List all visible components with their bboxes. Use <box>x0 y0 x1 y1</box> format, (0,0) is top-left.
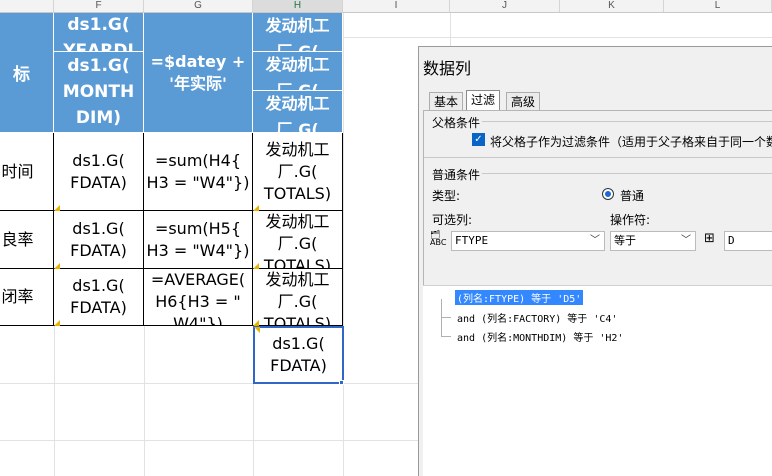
cell-h-r2[interactable]: 发动机工 厂.G( TOTALS) <box>253 211 343 269</box>
type-label: 类型: <box>432 189 461 203</box>
separator <box>482 121 772 122</box>
separator <box>482 173 772 174</box>
value-type-icon[interactable]: ⊞ <box>704 232 715 246</box>
parent-filter-label: 将父格子作为过滤条件（适用于父子格来自于同一个数据 <box>490 135 772 149</box>
column-header-f[interactable]: F <box>54 0 144 13</box>
chevron-down-icon[interactable]: ﹀ <box>677 232 695 250</box>
grid-line <box>343 13 344 476</box>
header-cell-g[interactable]: =$datey + '年实际' <box>144 13 253 133</box>
row-label-2[interactable]: 良率 <box>0 211 54 269</box>
column-header-l[interactable]: L <box>664 0 772 13</box>
cell-marker-icon <box>54 263 60 269</box>
cell-h-r1[interactable]: 发动机工 厂.G( TOTALS) <box>253 133 343 211</box>
cell-marker-icon <box>254 327 260 333</box>
value-input[interactable]: D <box>724 231 772 251</box>
cell-g-r2[interactable]: =sum(H5{ H3 = "W4"}) <box>144 211 253 269</box>
column-header-i[interactable]: I <box>343 0 450 13</box>
field-type-icon: 🗂 ABC <box>430 230 447 247</box>
cell-marker-icon <box>54 320 60 326</box>
operator-label: 操作符: <box>610 213 651 227</box>
general-condition-title: 普通条件 <box>432 168 481 182</box>
cell-marker-icon <box>253 263 259 269</box>
header-cell-f-top[interactable]: ds1.G( YEARDI <box>54 13 144 52</box>
parent-condition-title: 父格条件 <box>432 116 481 130</box>
condition-list[interactable]: (列名:FTYPE) 等于 'D5' and (列名:FACTORY) 等于 '… <box>423 285 772 476</box>
cell-g-r1[interactable]: =sum(H4{ H3 = "W4"}) <box>144 133 253 211</box>
value-input-text: D <box>728 234 735 247</box>
tab-basic[interactable]: 基本 <box>429 92 464 111</box>
cell-marker-icon <box>54 205 60 211</box>
data-column-dialog[interactable]: 数据列 基本 过滤 高级 父格条件 ✓ 将父格子作为过滤条件（适用于父子格来自于… <box>418 46 772 476</box>
header-cell-h-3[interactable]: 发动机工 厂.G( <box>253 91 343 133</box>
condition-item-1[interactable]: (列名:FTYPE) 等于 'D5' <box>455 290 584 305</box>
tab-advanced[interactable]: 高级 <box>506 92 541 111</box>
tree-line <box>441 336 451 337</box>
header-cell-f-bottom[interactable]: ds1.G( MONTH DIM) <box>54 52 144 133</box>
tree-line <box>441 317 451 318</box>
optional-column-label: 可选列: <box>432 213 473 227</box>
cell-h-r3[interactable]: 发动机工 厂.G( TOTALS) <box>253 269 343 326</box>
column-header-g[interactable]: G <box>144 0 253 13</box>
header-cell-e[interactable]: 标 <box>0 13 54 133</box>
cell-marker-icon <box>253 320 259 326</box>
cell-marker-icon <box>253 205 259 211</box>
column-header-j[interactable]: J <box>450 0 560 13</box>
type-normal-radio[interactable] <box>602 188 614 200</box>
cell-f-r1[interactable]: ds1.G( FDATA) <box>54 133 144 211</box>
cell-f-r3[interactable]: ds1.G( FDATA) <box>54 269 144 326</box>
fill-handle[interactable] <box>339 380 344 385</box>
column-header-k[interactable]: K <box>560 0 664 13</box>
column-header-e[interactable] <box>0 0 54 13</box>
tree-line <box>441 299 442 337</box>
row-label-1[interactable]: 时间 <box>0 133 54 211</box>
column-header-h[interactable]: H <box>253 0 343 13</box>
parent-filter-checkbox[interactable]: ✓ <box>472 133 485 146</box>
dialog-title: 数据列 <box>423 59 472 78</box>
separator <box>424 157 772 158</box>
operator-select-value: 等于 <box>614 234 636 247</box>
cell-f-r2[interactable]: ds1.G( FDATA) <box>54 211 144 269</box>
condition-item-3[interactable]: and (列名:MONTHDIM) 等于 'H2' <box>457 329 623 344</box>
condition-item-2[interactable]: and (列名:FACTORY) 等于 'C4' <box>457 310 617 325</box>
header-cell-h-2[interactable]: 发动机工 厂.G( <box>253 52 343 91</box>
type-normal-label: 普通 <box>620 189 645 203</box>
column-select[interactable]: FTYPE ﹀ <box>451 231 605 251</box>
column-select-value: FTYPE <box>455 234 489 247</box>
chevron-down-icon[interactable]: ﹀ <box>586 232 604 250</box>
row-label-3[interactable]: 闭率 <box>0 269 54 326</box>
operator-select[interactable]: 等于 ﹀ <box>610 231 696 251</box>
cell-g-r3[interactable]: =AVERAGE( H6{H3 = " W4"}) <box>144 269 253 326</box>
header-cell-h-1[interactable]: 发动机工 厂.G( <box>253 13 343 52</box>
selected-cell-h-r4[interactable]: ds1.G( FDATA) <box>253 326 344 384</box>
tab-filter[interactable]: 过滤 <box>466 90 501 111</box>
